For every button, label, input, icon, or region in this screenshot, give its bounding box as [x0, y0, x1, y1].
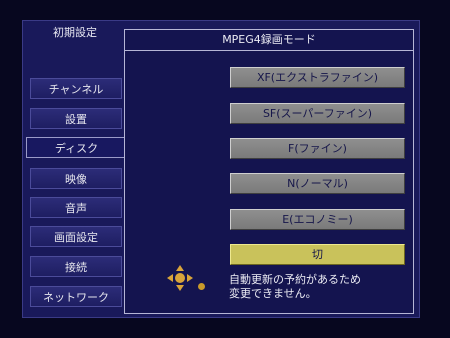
sidebar-item-video[interactable]: 映像 — [30, 168, 122, 189]
sidebar-item-channel[interactable]: チャンネル — [30, 78, 122, 99]
sidebar-item-audio[interactable]: 音声 — [30, 197, 122, 218]
sidebar-title: 初期設定 — [53, 26, 97, 39]
sidebar: 初期設定 チャンネル 設置 ディスク 映像 音声 画面設定 接続 ネットワーク — [26, 22, 126, 314]
option-e-button[interactable]: E(エコノミー) — [230, 209, 405, 230]
option-sf-button[interactable]: SF(スーパーファイン) — [230, 103, 405, 124]
sidebar-item-screen-settings[interactable]: 画面設定 — [30, 226, 122, 247]
option-f-button[interactable]: F(ファイン) — [230, 138, 405, 159]
sidebar-item-installation[interactable]: 設置 — [30, 108, 122, 129]
dot-icon — [198, 283, 205, 290]
sidebar-item-network[interactable]: ネットワーク — [30, 286, 122, 307]
panel-title: MPEG4録画モード — [125, 30, 413, 51]
message-line-2: 変更できません。 — [229, 287, 317, 300]
dpad-icon — [165, 263, 195, 293]
sidebar-item-disk[interactable]: ディスク — [26, 137, 126, 158]
sidebar-item-connection[interactable]: 接続 — [30, 256, 122, 277]
option-xf-button[interactable]: XF(エクストラファイン) — [230, 67, 405, 88]
message-line-1: 自動更新の予約があるため — [229, 273, 361, 286]
status-message: 自動更新の予約があるため 変更できません。 — [229, 273, 409, 301]
option-off-button[interactable]: 切 — [230, 244, 405, 265]
settings-panel: MPEG4録画モード XF(エクストラファイン) SF(スーパーファイン) F(… — [124, 29, 414, 314]
option-n-button[interactable]: N(ノーマル) — [230, 173, 405, 194]
